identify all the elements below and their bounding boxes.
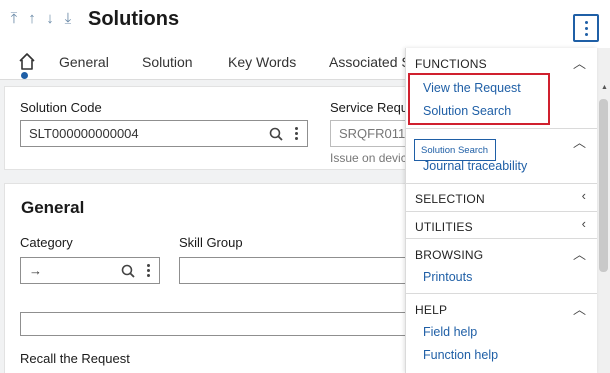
chevron-up-icon: ︿ [572,56,586,71]
divider [406,183,597,184]
solution-code-value: SLT000000000004 [29,126,139,141]
tab-key-words[interactable]: Key Words [228,54,296,70]
selection-title: SELECTION [415,192,485,206]
tab-associated[interactable]: Associated S [329,54,411,70]
page-title: Solutions [88,8,180,30]
category-value: → [29,263,42,278]
highlight-box [408,73,550,125]
tab-solution[interactable]: Solution [142,54,193,70]
kebab-icon [584,20,588,24]
printouts-link[interactable]: Printouts [423,270,472,284]
divider [406,211,597,212]
field-menu-icon[interactable] [147,264,150,277]
journal-traceability-link[interactable]: Journal traceability [423,159,527,173]
more-actions-button[interactable] [573,14,599,42]
tab-general[interactable]: General [59,54,109,70]
field-menu-icon[interactable] [295,127,298,140]
next-record-icon[interactable]: ↓ [44,10,56,27]
chevron-up-icon: ︿ [572,302,586,317]
previous-record-icon[interactable]: ↑ [26,10,38,27]
functions-title: FUNCTIONS [415,57,487,71]
browsing-title: BROWSING [415,248,484,262]
selection-header[interactable]: SELECTION ‹ [406,185,597,211]
general-section: General Category → Skill Group Recall th… [4,183,430,373]
record-navigation: ⤒ ↑ ↓ ⤓ [8,10,74,27]
category-label: Category [20,235,73,250]
recall-request-label: Recall the Request [20,351,130,366]
solution-code-label: Solution Code [20,100,102,115]
skill-group-label: Skill Group [179,235,243,250]
first-record-icon[interactable]: ⤒ [8,10,20,27]
chevron-left-icon: ‹ [581,216,586,231]
search-icon[interactable] [269,127,283,141]
chevron-up-icon: ︿ [572,135,586,150]
scroll-up-icon[interactable]: ▲ [601,84,608,91]
function-help-link[interactable]: Function help [423,348,498,362]
utilities-header[interactable]: UTILITIES ‹ [406,213,597,239]
description-field[interactable] [20,312,430,336]
last-record-icon[interactable]: ⤓ [62,10,74,27]
field-help-link[interactable]: Field help [423,325,477,339]
solution-code-field[interactable]: SLT000000000004 [20,120,308,147]
utilities-title: UTILITIES [415,220,473,234]
browsing-header[interactable]: BROWSING ︿ [406,241,597,267]
active-tab-indicator [21,72,28,79]
chevron-up-icon: ︿ [572,247,586,262]
home-icon[interactable] [18,52,36,72]
tooltip: Solution Search [414,139,496,161]
chevron-left-icon: ‹ [581,188,586,203]
service-request-value: SRQFR011 [339,126,406,141]
skill-group-field[interactable] [179,257,429,284]
divider [406,238,597,239]
top-bar: ⤒ ↑ ↓ ⤓ Solutions [0,0,610,44]
header-card: Solution Code SLT000000000004 Service Re… [4,86,430,170]
category-field[interactable]: → [20,257,160,284]
help-header[interactable]: HELP ︿ [406,296,597,322]
help-title: HELP [415,303,448,317]
scrollbar-thumb[interactable] [599,99,608,272]
service-request-label: Service Requ [330,100,409,115]
section-title: General [21,198,85,217]
divider [406,293,597,294]
search-icon[interactable] [121,264,135,278]
service-request-description: Issue on devic [330,151,407,165]
